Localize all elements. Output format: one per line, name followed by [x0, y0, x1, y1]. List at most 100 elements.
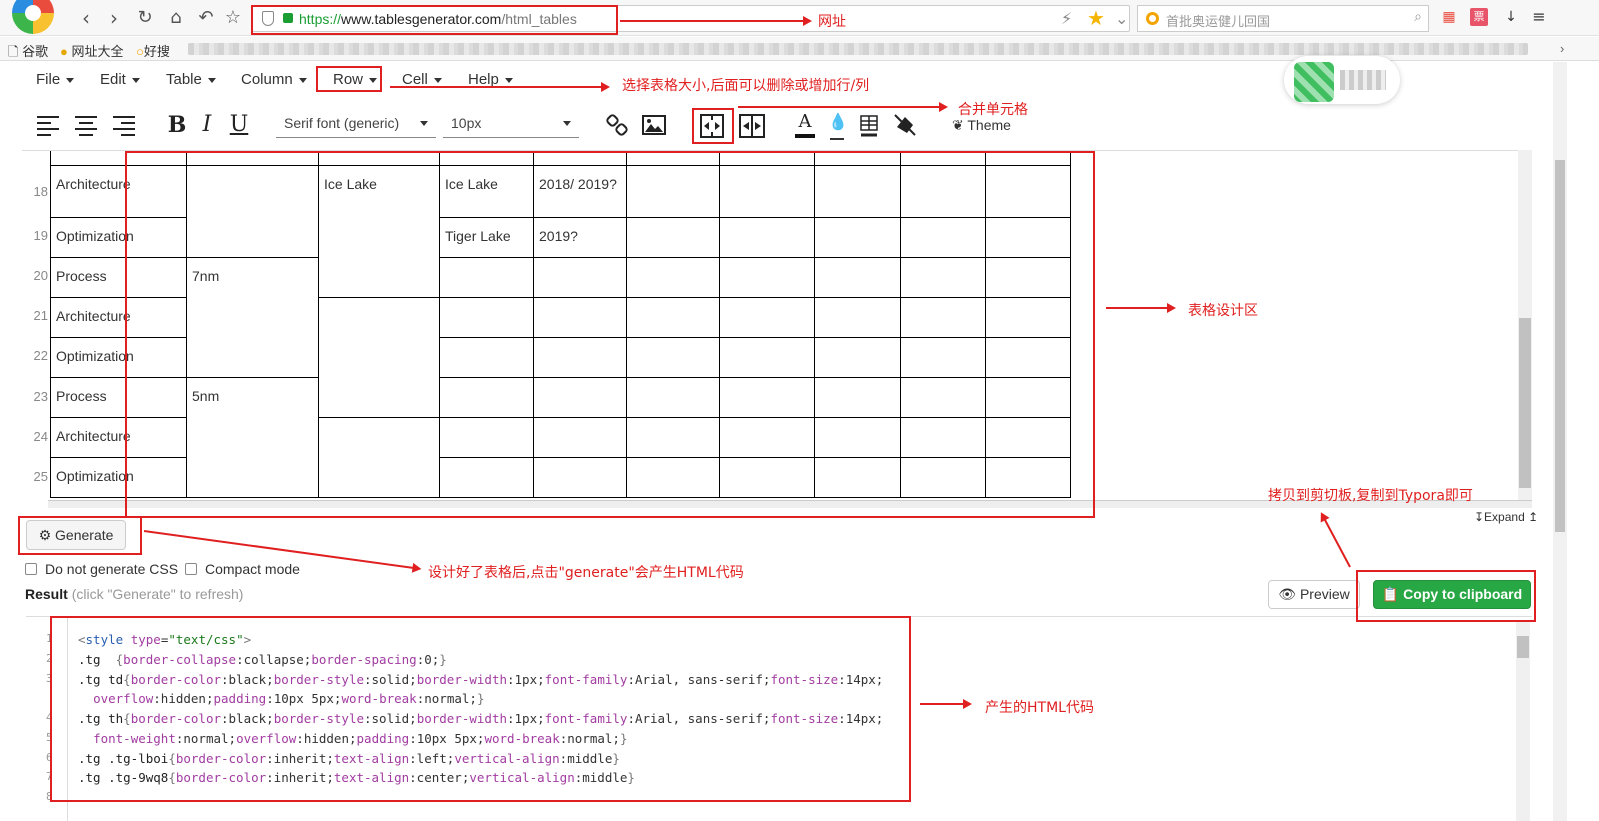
row-number: 24	[33, 429, 48, 444]
leaf-icon: ❦	[952, 118, 964, 134]
reload-icon[interactable]: ↻	[133, 6, 157, 30]
menu-column[interactable]: Column	[241, 71, 307, 88]
compact-mode-checkbox[interactable]: Compact mode	[185, 561, 300, 577]
caret-icon	[504, 77, 513, 83]
align-center-icon[interactable]	[74, 114, 98, 136]
checkbox-box[interactable]	[185, 563, 197, 575]
download-icon[interactable]: ↓	[1502, 8, 1520, 26]
checkbox-box[interactable]	[25, 563, 37, 575]
search-icon[interactable]: ⌕	[1414, 9, 1422, 25]
result-label: Result	[25, 586, 68, 602]
undo-icon[interactable]: ↶	[194, 6, 218, 30]
chevron-down-icon[interactable]: ⌄	[1115, 9, 1128, 28]
preview-label: Preview	[1299, 586, 1350, 602]
annotation-box-generate	[18, 516, 142, 555]
theme-button[interactable]: ❦ Theme	[952, 117, 1011, 134]
menu-label: Table	[166, 71, 202, 88]
result-hint: (click "Generate" to refresh)	[71, 586, 244, 602]
italic-icon[interactable]: I	[198, 112, 216, 138]
menu-edit[interactable]: Edit	[100, 71, 140, 88]
annotation-box-merge	[692, 108, 734, 144]
menu-file[interactable]: File	[36, 71, 75, 88]
annotation-arrow	[620, 16, 812, 26]
scrollbar-thumb[interactable]	[1519, 318, 1531, 488]
split-cells-icon[interactable]	[739, 114, 765, 138]
annotation-copy: 拷贝到剪切板,复制到Typora即可	[1268, 488, 1473, 504]
caret-icon	[131, 77, 140, 83]
fill-color-icon[interactable]: 💧	[828, 112, 848, 138]
annotation-merge: 合并单元格	[958, 102, 1028, 118]
underline-icon[interactable]: U	[228, 112, 250, 138]
ticket-icon[interactable]: 票	[1470, 8, 1488, 26]
font-family-value: Serif font (generic)	[284, 115, 400, 131]
annotation-box-html-code	[50, 616, 911, 802]
search-input[interactable]: 首批奥运健儿回国 ⌕	[1137, 5, 1429, 32]
bookmarks-overflow-icon[interactable]: ›	[1560, 41, 1564, 56]
favorite-star-icon[interactable]: ★	[1087, 6, 1105, 30]
font-family-select[interactable]: Serif font (generic)	[276, 112, 436, 138]
checkbox-label: Do not generate CSS	[45, 561, 179, 577]
align-left-icon[interactable]	[36, 114, 60, 136]
preview-button[interactable]: 👁 Preview	[1268, 580, 1360, 609]
lightning-icon[interactable]: ⚡	[1061, 9, 1072, 28]
blurred-bookmarks	[188, 43, 1528, 55]
menu-table[interactable]: Table	[166, 71, 216, 88]
row-number: 25	[33, 469, 48, 484]
theme-label: Theme	[967, 117, 1011, 133]
annotation-box-design-area	[125, 151, 1095, 518]
bold-icon[interactable]: B	[166, 112, 188, 138]
bookmark-label: 网址大全	[71, 44, 124, 59]
back-icon[interactable]: ‹	[74, 6, 98, 30]
bookmark-star-icon[interactable]: ☆	[221, 6, 245, 30]
bookmark-label: 谷歌	[22, 44, 49, 59]
font-size-value: 10px	[451, 115, 482, 131]
annotation-row-menu: 选择表格大小,后面可以删除或增加行/列	[622, 78, 870, 94]
scrollbar-thumb[interactable]	[1555, 160, 1565, 532]
designer-scrollbar[interactable]	[1518, 150, 1532, 502]
text-color-icon[interactable]: A	[795, 112, 815, 138]
row-number: 20	[33, 268, 48, 283]
bookmark-item[interactable]: ● 网址大全	[60, 41, 124, 60]
menu-label: File	[36, 71, 61, 88]
browser-toolbar: ‹ › ↻ ⌂ ↶ ☆ https://www.tablesgenerator.…	[0, 0, 1599, 36]
font-size-select[interactable]: 10px	[443, 112, 579, 138]
forward-icon[interactable]: ›	[102, 6, 126, 30]
image-icon[interactable]	[642, 115, 666, 135]
menu-icon[interactable]: ≡	[1530, 8, 1548, 26]
eye-icon: 👁	[1278, 587, 1297, 603]
scrollbar-thumb[interactable]	[1517, 636, 1529, 658]
caret-icon	[66, 77, 75, 83]
annotation-arrow	[390, 82, 610, 92]
result-heading: Result (click "Generate" to refresh)	[25, 586, 243, 602]
row-number: 23	[33, 389, 48, 404]
caret-icon	[207, 77, 216, 83]
annotation-arrow	[738, 102, 948, 112]
checkbox-label: Compact mode	[205, 561, 300, 577]
bookmark-item[interactable]: ○好搜	[136, 41, 170, 60]
search-engine-icon	[1146, 12, 1159, 25]
expand-button[interactable]: ↧Expand ↥	[1474, 510, 1538, 524]
annotation-design-area: 表格设计区	[1188, 303, 1258, 319]
clear-format-icon[interactable]	[893, 113, 917, 137]
caret-icon	[298, 77, 307, 83]
align-right-icon[interactable]	[112, 114, 136, 136]
annotation-arrow	[1106, 303, 1176, 313]
annotation-url: 网址	[818, 14, 846, 30]
caret-icon	[420, 121, 428, 126]
home-icon[interactable]: ⌂	[164, 6, 188, 30]
menu-label: Column	[241, 71, 293, 88]
link-icon[interactable]	[606, 114, 628, 136]
code-scrollbar[interactable]	[1516, 620, 1530, 821]
apps-grid-icon[interactable]: ▦	[1440, 8, 1458, 26]
site-icon: ●	[60, 44, 68, 59]
bookmark-label: 好搜	[143, 44, 170, 59]
annotation-html-code: 产生的HTML代码	[985, 700, 1094, 716]
page-scrollbar[interactable]	[1553, 62, 1567, 821]
site-icon: ○	[136, 44, 144, 59]
blurred-avatar	[1284, 56, 1400, 104]
row-number: 18	[33, 184, 48, 199]
search-placeholder: 首批奥运健儿回国	[1166, 14, 1271, 29]
caret-icon	[563, 121, 571, 126]
no-css-checkbox[interactable]: Do not generate CSS	[25, 561, 178, 577]
borders-icon[interactable]	[859, 114, 879, 138]
